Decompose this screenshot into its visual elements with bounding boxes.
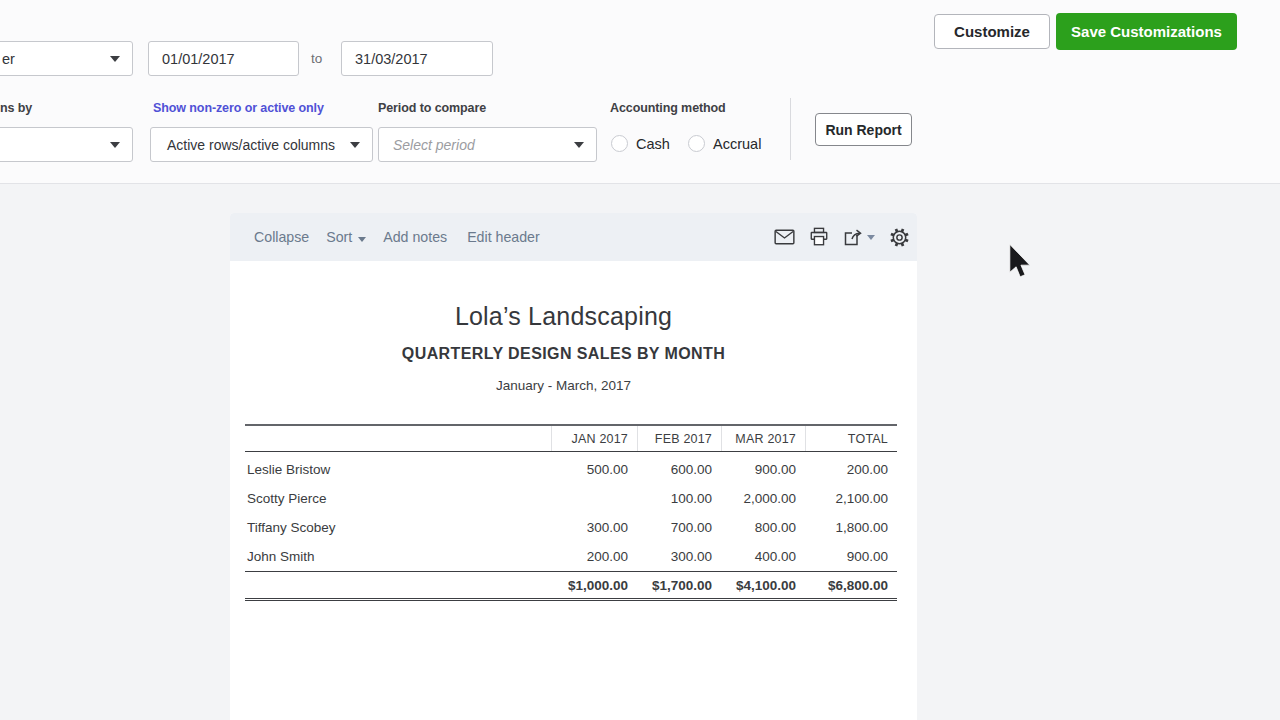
collapse-link[interactable]: Collapse	[254, 229, 309, 245]
edit-header-link[interactable]: Edit header	[467, 229, 540, 245]
amount-cell[interactable]: 800.00	[721, 520, 805, 535]
period-compare-placeholder: Select period	[393, 137, 475, 153]
email-icon[interactable]	[774, 227, 795, 247]
table-row: Tiffany Scobey300.00700.00800.001,800.00	[245, 513, 897, 542]
add-notes-link[interactable]: Add notes	[383, 229, 447, 245]
chevron-down-icon	[867, 235, 875, 240]
row-name-cell: Leslie Bristow	[245, 462, 551, 477]
report-toolbar: Collapse Sort Add notes Edit header	[230, 213, 917, 261]
report-period-select[interactable]: er	[0, 41, 133, 76]
save-customizations-button[interactable]: Save Customizations	[1056, 13, 1237, 50]
rows-columns-value: Active rows/active columns	[167, 137, 335, 153]
table-header-row: JAN 2017FEB 2017MAR 2017TOTAL	[245, 424, 897, 452]
total-amount-cell[interactable]: $6,800.00	[805, 578, 897, 593]
report-period-value: er	[0, 51, 15, 67]
columns-by-select[interactable]	[0, 127, 133, 162]
report-title: QUARTERLY DESIGN SALES BY MONTH	[245, 345, 882, 363]
columns-by-label: ns by	[0, 101, 32, 115]
table-row: John Smith200.00300.00400.00900.00	[245, 542, 897, 571]
total-amount-cell[interactable]: $1,000.00	[551, 578, 637, 593]
amount-cell[interactable]: 600.00	[637, 462, 721, 477]
date-to-input[interactable]: 31/03/2017	[341, 41, 493, 76]
report-period: January - March, 2017	[245, 378, 882, 393]
cash-radio[interactable]	[611, 135, 628, 152]
show-nonzero-link[interactable]: Show non-zero or active only	[153, 101, 324, 115]
row-name-cell: Tiffany Scobey	[245, 520, 551, 535]
report-company-name: Lola’s Landscaping	[245, 302, 882, 331]
amount-cell[interactable]: 700.00	[637, 520, 721, 535]
report-card: Collapse Sort Add notes Edit header	[230, 213, 917, 720]
period-compare-select[interactable]: Select period	[378, 127, 597, 162]
period-to-compare-label: Period to compare	[378, 101, 486, 115]
table-row: Scotty Pierce 100.002,000.002,100.00	[245, 484, 897, 513]
table-header-cell: TOTAL	[805, 426, 897, 451]
amount-cell[interactable]: 300.00	[551, 520, 637, 535]
amount-cell[interactable]: 300.00	[637, 549, 721, 564]
amount-cell[interactable]: 900.00	[805, 549, 897, 564]
row-name-cell: John Smith	[245, 549, 551, 564]
total-amount-cell[interactable]: $4,100.00	[721, 578, 805, 593]
customize-button[interactable]: Customize	[934, 14, 1050, 49]
mouse-cursor	[1008, 243, 1032, 281]
row-name-cell: Scotty Pierce	[245, 491, 551, 506]
sort-link[interactable]: Sort	[326, 229, 366, 245]
amount-cell[interactable]: 100.00	[637, 491, 721, 506]
run-report-button[interactable]: Run Report	[815, 113, 912, 146]
report-table: JAN 2017FEB 2017MAR 2017TOTAL Leslie Bri…	[245, 424, 897, 601]
table-header-cell: JAN 2017	[551, 426, 637, 451]
chevron-down-icon	[574, 142, 584, 148]
accounting-method-label: Accounting method	[610, 101, 726, 115]
print-icon[interactable]	[809, 227, 829, 247]
export-icon[interactable]	[843, 227, 875, 247]
vertical-divider	[790, 98, 791, 160]
table-header-cell: MAR 2017	[721, 426, 805, 451]
rows-columns-select[interactable]: Active rows/active columns	[150, 127, 373, 162]
report-page: er 01/01/2017 to 31/03/2017 ns by Show n…	[0, 0, 1280, 720]
amount-cell[interactable]: 200.00	[551, 549, 637, 564]
amount-cell[interactable]: 200.00	[805, 462, 897, 477]
accrual-radio-label: Accrual	[713, 136, 761, 152]
amount-cell[interactable]: 500.00	[551, 462, 637, 477]
accrual-radio[interactable]	[688, 135, 705, 152]
date-from-value: 01/01/2017	[162, 51, 235, 67]
amount-cell[interactable]: 400.00	[721, 549, 805, 564]
amount-cell[interactable]: 1,800.00	[805, 520, 897, 535]
chevron-down-icon	[110, 56, 120, 62]
table-total-row: $1,000.00$1,700.00$4,100.00$6,800.00	[245, 571, 897, 599]
amount-cell[interactable]: 900.00	[721, 462, 805, 477]
chevron-down-icon	[358, 237, 366, 242]
total-amount-cell[interactable]: $1,700.00	[637, 578, 721, 593]
date-range-to-label: to	[311, 51, 322, 66]
amount-cell[interactable]: 2,000.00	[721, 491, 805, 506]
settings-icon[interactable]	[889, 227, 910, 248]
cash-radio-label: Cash	[636, 136, 670, 152]
table-header-cell: FEB 2017	[637, 426, 721, 451]
chevron-down-icon	[350, 142, 360, 148]
amount-cell[interactable]: 2,100.00	[805, 491, 897, 506]
chevron-down-icon	[110, 142, 120, 148]
date-from-input[interactable]: 01/01/2017	[148, 41, 299, 76]
double-rule	[245, 599, 897, 601]
table-row: Leslie Bristow500.00600.00900.00200.00	[245, 455, 897, 484]
date-to-value: 31/03/2017	[355, 51, 428, 67]
